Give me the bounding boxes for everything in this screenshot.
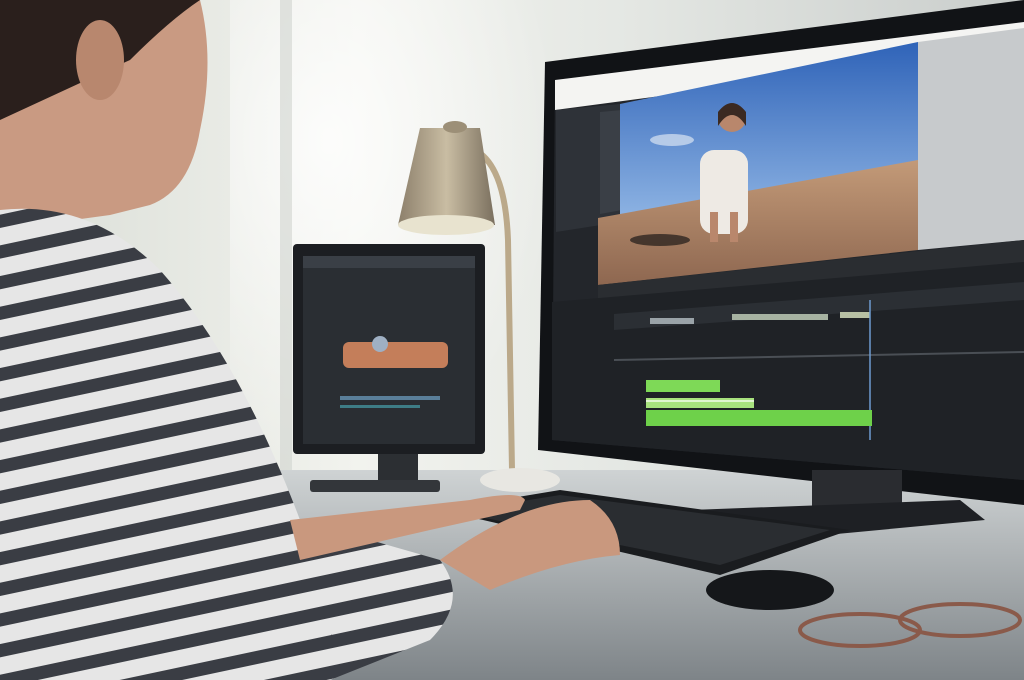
- secondary-screen-clip: [343, 342, 448, 368]
- window-frame: [280, 0, 292, 470]
- figure-in-preview: [700, 150, 748, 234]
- audio-track-2: [646, 398, 754, 408]
- mouse: [706, 570, 834, 610]
- clip-marker: [840, 312, 870, 318]
- clip-marker: [650, 318, 694, 324]
- main-monitor: [538, 0, 1024, 505]
- photo-scene: [0, 0, 1024, 680]
- bins-panel: [600, 110, 622, 214]
- audio-track-1: [646, 380, 720, 392]
- scene-illustration: [0, 0, 1024, 680]
- audio-track-3: [646, 410, 872, 426]
- clip-marker: [732, 314, 828, 320]
- inspector-panel: [918, 28, 1024, 250]
